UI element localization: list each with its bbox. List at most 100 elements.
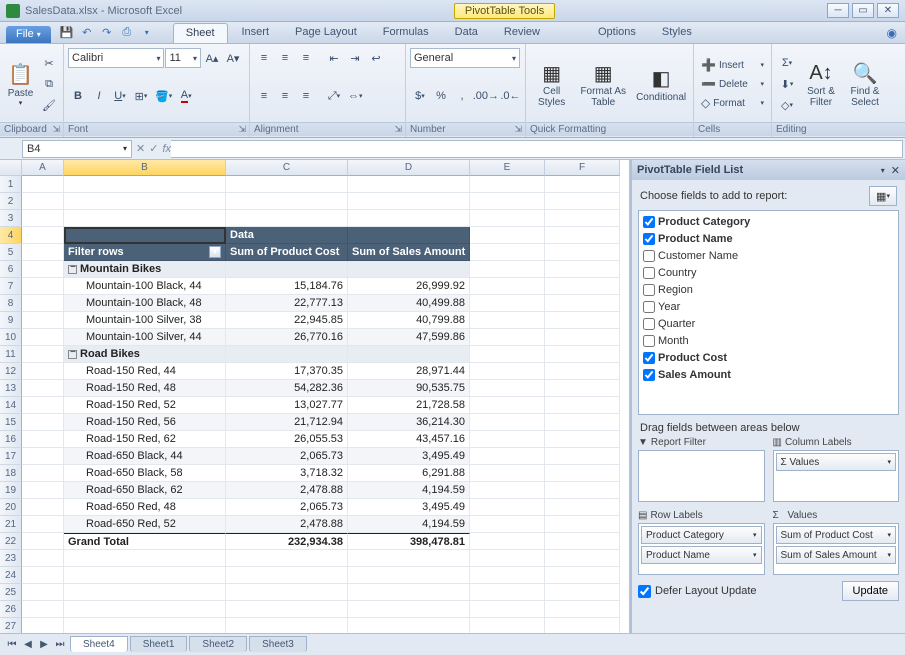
cell[interactable] — [545, 363, 620, 380]
border-button[interactable]: ⊞▾ — [131, 86, 151, 106]
field-item[interactable]: Product Name — [641, 230, 896, 247]
name-box[interactable]: B4▾ — [22, 140, 132, 158]
area-field-item[interactable]: Sum of Sales Amount▾ — [776, 546, 897, 564]
task-pane-close-icon[interactable]: ✕ — [891, 164, 900, 177]
cell[interactable]: 15,184.76 — [226, 278, 348, 295]
row-header[interactable]: 10 — [0, 329, 22, 346]
tab-formulas[interactable]: Formulas — [371, 23, 441, 43]
field-item[interactable]: Sales Amount — [641, 366, 896, 383]
cell[interactable]: 28,971.44 — [348, 363, 470, 380]
cell[interactable] — [22, 193, 64, 210]
cell[interactable]: 26,999.92 — [348, 278, 470, 295]
cell[interactable]: 4,194.59 — [348, 516, 470, 533]
row-header[interactable]: 19 — [0, 482, 22, 499]
row-header[interactable]: 8 — [0, 295, 22, 312]
values-well[interactable]: Sum of Product Cost▾Sum of Sales Amount▾ — [773, 523, 900, 575]
save-icon[interactable]: 💾 — [59, 24, 75, 40]
cell-styles-button[interactable]: ▦Cell Styles — [530, 47, 573, 121]
align-middle-icon[interactable]: ≡ — [275, 48, 295, 68]
undo-icon[interactable]: ↶ — [79, 24, 95, 40]
row-header[interactable]: 2 — [0, 193, 22, 210]
cell[interactable] — [545, 261, 620, 278]
cell[interactable]: 90,535.75 — [348, 380, 470, 397]
field-list[interactable]: Product CategoryProduct NameCustomer Nam… — [638, 210, 899, 415]
sheet-tab[interactable]: Sheet3 — [249, 636, 307, 652]
cell[interactable] — [22, 244, 64, 261]
cell[interactable]: Road-650 Red, 52 — [64, 516, 226, 533]
cell[interactable] — [22, 618, 64, 633]
first-sheet-icon[interactable]: ⏮ — [4, 637, 20, 653]
cell[interactable] — [226, 584, 348, 601]
cell[interactable] — [348, 584, 470, 601]
cell[interactable] — [64, 584, 226, 601]
tab-page-layout[interactable]: Page Layout — [283, 23, 369, 43]
cell[interactable]: 3,495.49 — [348, 448, 470, 465]
cell[interactable]: Road-150 Red, 44 — [64, 363, 226, 380]
cell[interactable]: 21,728.58 — [348, 397, 470, 414]
cell[interactable] — [22, 550, 64, 567]
font-size-combo[interactable]: 11▾ — [165, 48, 201, 68]
cell[interactable]: 3,718.32 — [226, 465, 348, 482]
sheet-tab[interactable]: Sheet4 — [70, 636, 128, 652]
cell[interactable]: 6,291.88 — [348, 465, 470, 482]
close-button[interactable]: ✕ — [877, 3, 899, 18]
cell[interactable]: 36,214.30 — [348, 414, 470, 431]
cell[interactable] — [64, 601, 226, 618]
row-header[interactable]: 14 — [0, 397, 22, 414]
area-field-item[interactable]: Σ Values▾ — [776, 453, 897, 471]
underline-button[interactable]: U▾ — [110, 86, 130, 106]
cell[interactable] — [545, 210, 620, 227]
percent-format-icon[interactable]: % — [431, 86, 451, 106]
row-labels-well[interactable]: Product Category▾Product Name▾ — [638, 523, 765, 575]
cell[interactable]: Road-650 Black, 58 — [64, 465, 226, 482]
row-header[interactable]: 1 — [0, 176, 22, 193]
cell[interactable] — [22, 210, 64, 227]
cell[interactable]: 21,712.94 — [226, 414, 348, 431]
cell[interactable] — [22, 278, 64, 295]
area-field-item[interactable]: Product Category▾ — [641, 526, 762, 544]
cell[interactable] — [348, 618, 470, 633]
restore-button[interactable]: ▭ — [852, 3, 874, 18]
cell[interactable]: 26,055.53 — [226, 431, 348, 448]
cell[interactable] — [545, 550, 620, 567]
cell[interactable] — [470, 482, 545, 499]
minimize-button[interactable]: ─ — [827, 3, 849, 18]
cell[interactable] — [470, 329, 545, 346]
task-pane-menu-icon[interactable]: ▾ — [881, 166, 885, 175]
tab-insert[interactable]: Insert — [230, 23, 282, 43]
cell[interactable] — [22, 601, 64, 618]
font-launcher-icon[interactable]: ⇲ — [238, 124, 246, 135]
cell[interactable] — [470, 618, 545, 633]
cell[interactable] — [22, 448, 64, 465]
cell[interactable]: Road Bikes — [64, 346, 226, 363]
cell[interactable] — [545, 414, 620, 431]
cell[interactable] — [226, 550, 348, 567]
cell[interactable] — [545, 482, 620, 499]
conditional-formatting-button[interactable]: ◧Conditional — [633, 47, 689, 121]
cell[interactable] — [470, 499, 545, 516]
cell[interactable]: Road-650 Red, 48 — [64, 499, 226, 516]
fx-icon[interactable]: fx — [162, 143, 171, 155]
autosum-icon[interactable]: Σ▾ — [776, 53, 798, 73]
cell[interactable] — [470, 516, 545, 533]
cell[interactable] — [22, 431, 64, 448]
field-checkbox[interactable] — [643, 301, 655, 313]
number-format-combo[interactable]: General▾ — [410, 48, 520, 68]
help-icon[interactable]: ◉ — [887, 26, 897, 43]
column-header-D[interactable]: D — [348, 160, 470, 176]
cell[interactable] — [545, 227, 620, 244]
column-header-A[interactable]: A — [22, 160, 64, 176]
cell[interactable] — [545, 346, 620, 363]
clear-icon[interactable]: ◇▾ — [776, 95, 798, 115]
cell[interactable] — [545, 516, 620, 533]
field-checkbox[interactable] — [643, 284, 655, 296]
cell[interactable] — [470, 210, 545, 227]
cell[interactable]: Road-650 Black, 62 — [64, 482, 226, 499]
row-header[interactable]: 7 — [0, 278, 22, 295]
cell[interactable] — [64, 550, 226, 567]
cell[interactable] — [348, 567, 470, 584]
merge-center-icon[interactable]: ⇔▾ — [345, 86, 366, 106]
column-header-C[interactable]: C — [226, 160, 348, 176]
cell[interactable]: 2,065.73 — [226, 448, 348, 465]
cell[interactable] — [470, 176, 545, 193]
